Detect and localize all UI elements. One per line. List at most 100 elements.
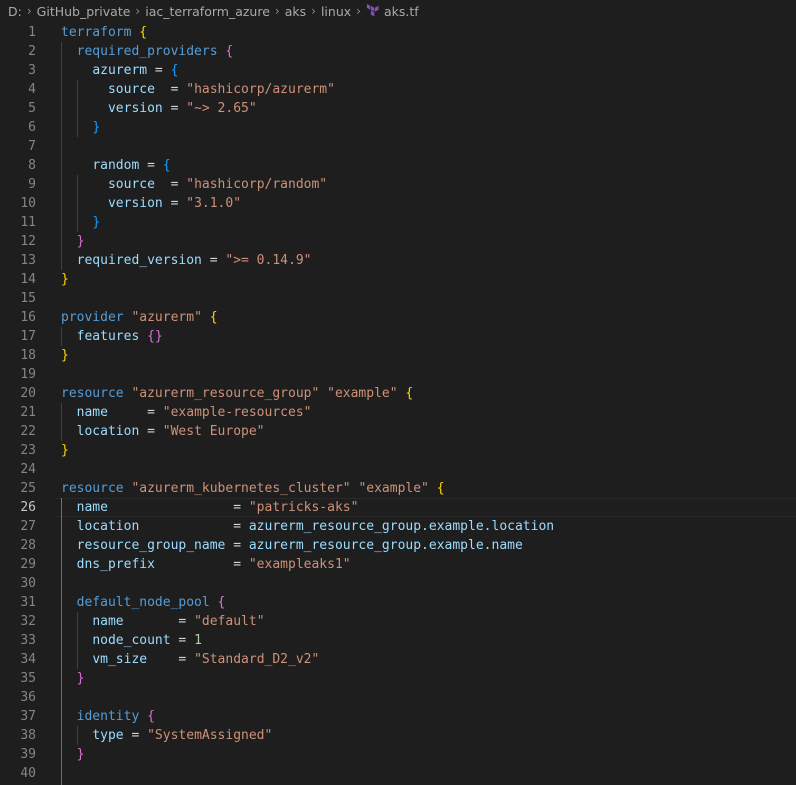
code-token: "example" [327, 386, 398, 401]
code-line[interactable]: 21 name = "example-resources" [0, 403, 796, 422]
line-number: 33 [20, 633, 36, 648]
line-number: 21 [20, 405, 36, 420]
code-token: node_count [92, 633, 171, 648]
code-token: = [123, 614, 195, 629]
code-line[interactable]: 33 node_count = 1 [0, 631, 796, 650]
code-line[interactable]: 32 name = "default" [0, 612, 796, 631]
code-line[interactable]: 27 location = azurerm_resource_group.exa… [0, 517, 796, 536]
code-token: "hashicorp/azurerm" [186, 82, 335, 97]
code-line[interactable]: 40 [0, 764, 796, 783]
code-line[interactable]: 10 version = "3.1.0" [0, 194, 796, 213]
code-line[interactable]: 22 location = "West Europe" [0, 422, 796, 441]
code-line[interactable]: 35 } [0, 669, 796, 688]
code-line[interactable]: 37 identity { [0, 707, 796, 726]
code-token: "azurerm" [131, 310, 202, 325]
code-line[interactable]: 9 source = "hashicorp/random" [0, 175, 796, 194]
code-token: } [61, 443, 69, 458]
line-number: 24 [20, 462, 36, 477]
code-line[interactable]: 6 } [0, 118, 796, 137]
line-number: 20 [20, 386, 36, 401]
line-number: 30 [20, 576, 36, 591]
breadcrumb-folder-linux[interactable]: linux [321, 4, 351, 19]
code-token: resource_group_name [76, 538, 226, 553]
code-line[interactable]: 5 version = "~> 2.65" [0, 99, 796, 118]
code-line[interactable]: 28 resource_group_name = azurerm_resourc… [0, 536, 796, 555]
code-line[interactable]: 2 required_providers { [0, 42, 796, 61]
code-token: = [147, 652, 195, 667]
code-text: } [61, 441, 69, 460]
code-line[interactable]: 8 random = { [0, 156, 796, 175]
code-token: source [107, 82, 155, 97]
breadcrumb-folder-iac-terraform-azure[interactable]: iac_terraform_azure [145, 4, 270, 19]
code-line[interactable]: 26 name = "patricks-aks" [0, 498, 796, 517]
code-line[interactable]: 12 } [0, 232, 796, 251]
code-line[interactable]: 4 source = "hashicorp/azurerm" [0, 80, 796, 99]
code-line[interactable]: 18} [0, 346, 796, 365]
breadcrumb-drive[interactable]: D: [8, 4, 22, 19]
code-token: = [162, 101, 187, 116]
code-line[interactable]: 24 [0, 460, 796, 479]
line-number: 17 [20, 329, 36, 344]
code-token: source [107, 177, 155, 192]
code-token: dns_prefix [76, 557, 155, 572]
breadcrumb-folder-aks[interactable]: aks [285, 4, 306, 19]
code-line[interactable]: 36 [0, 688, 796, 707]
code-line[interactable]: 14} [0, 270, 796, 289]
breadcrumb-file-aks-tf[interactable]: aks.tf [384, 4, 419, 19]
code-line[interactable]: 39 } [0, 745, 796, 764]
code-token: "default" [194, 614, 265, 629]
code-token: { [217, 595, 226, 610]
breadcrumb-folder-github-private[interactable]: GitHub_private [37, 4, 131, 19]
code-token: } [76, 671, 85, 686]
code-token: location [76, 424, 140, 439]
line-number: 37 [20, 709, 36, 724]
code-token: "azurerm_kubernetes_cluster" [131, 481, 351, 496]
code-token: required_providers [76, 44, 218, 59]
chevron-right-icon: › [311, 4, 316, 18]
code-line[interactable]: 15 [0, 289, 796, 308]
code-line[interactable]: 20 resource "azurerm_resource_group" "exa… [0, 384, 796, 403]
line-number: 39 [20, 747, 36, 762]
code-line[interactable]: 31 default_node_pool { [0, 593, 796, 612]
line-number: 29 [20, 557, 36, 572]
code-line[interactable]: 30 [0, 574, 796, 593]
code-line[interactable]: 1 terraform { [0, 23, 796, 42]
code-line[interactable]: 3 azurerm = { [0, 61, 796, 80]
line-number: 5 [28, 101, 36, 116]
code-editor[interactable]: 1 terraform {2 required_providers {3 azur… [0, 23, 796, 785]
code-line[interactable]: 16 provider "azurerm" { [0, 308, 796, 327]
line-number: 23 [20, 443, 36, 458]
code-line[interactable]: 23} [0, 441, 796, 460]
code-token: features [76, 329, 140, 344]
code-line[interactable]: 25 resource "azurerm_kubernetes_cluster" … [0, 479, 796, 498]
code-line[interactable]: 7 [0, 137, 796, 156]
code-line[interactable]: 11 } [0, 213, 796, 232]
code-line[interactable]: 38 type = "SystemAssigned" [0, 726, 796, 745]
code-line[interactable]: 29 dns_prefix = "exampleaks1" [0, 555, 796, 574]
code-token: = [139, 519, 249, 534]
code-token: = [139, 158, 163, 173]
code-line[interactable]: 17 features {} [0, 327, 796, 346]
code-token: azurerm [92, 63, 148, 78]
code-token: azurerm_resource_group.example.name [248, 538, 523, 553]
code-token: default_node_pool [76, 595, 210, 610]
code-line[interactable]: 19 [0, 365, 796, 384]
code-token: random [92, 158, 140, 173]
code-line[interactable]: 34 vm_size = "Standard_D2_v2" [0, 650, 796, 669]
code-text: source = "hashicorp/random" [61, 175, 327, 194]
code-token: "exampleaks1" [248, 557, 351, 572]
code-text: terraform { [61, 23, 147, 42]
code-line[interactable]: 13 required_version = ">= 0.14.9" [0, 251, 796, 270]
